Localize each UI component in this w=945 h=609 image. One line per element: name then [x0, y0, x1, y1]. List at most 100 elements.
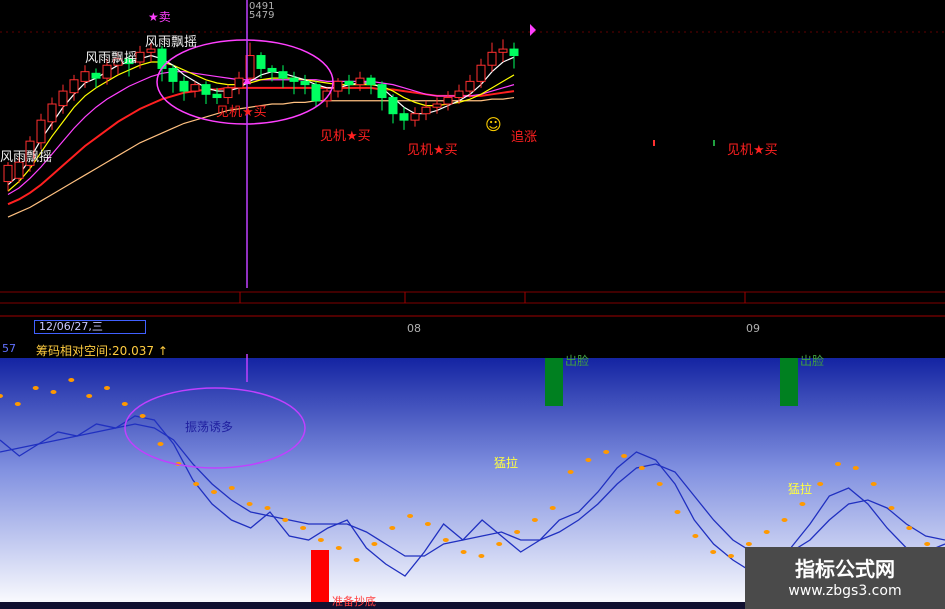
buy-signal: 见机★买 — [407, 143, 458, 158]
candle-up — [102, 64, 112, 79]
indicator-dot — [870, 482, 877, 486]
indicator-dot — [656, 482, 663, 486]
indicator-dot — [442, 538, 449, 542]
watermark: 指标公式网 www.zbgs3.com — [745, 547, 945, 609]
candle-down — [278, 71, 288, 79]
candle-up — [3, 164, 13, 183]
candle-up — [421, 106, 431, 115]
buy-signal: 见机★买 — [320, 129, 371, 144]
indicator-dot — [121, 402, 128, 406]
month-tick: 08 — [407, 322, 421, 335]
pull-label: 猛拉 — [788, 482, 813, 496]
indicator-dot — [104, 386, 110, 390]
candle-up — [47, 103, 57, 123]
indicator-dot — [460, 550, 467, 554]
indicator-dot — [799, 502, 806, 506]
tick-mark — [653, 140, 655, 146]
candle-down — [399, 113, 409, 121]
candle-down — [212, 93, 222, 99]
indicator-dot — [692, 534, 699, 538]
candle-up — [333, 80, 343, 92]
candle-down — [377, 84, 387, 99]
indicator-dot — [407, 514, 414, 518]
indicator-dot — [852, 466, 859, 470]
candle-down — [388, 97, 398, 115]
candle-down — [201, 84, 211, 95]
smiley-icon: ☺ — [485, 115, 502, 134]
candle-down — [366, 77, 376, 86]
bottom-label: 准备抄底 — [332, 595, 376, 608]
date-readout: 12/06/27,三 — [34, 320, 146, 334]
candle-up — [80, 71, 90, 82]
indicator-dot — [638, 466, 645, 470]
chase-label: 追涨 — [511, 130, 538, 145]
indicator-dot — [353, 558, 360, 562]
indicator-dot — [763, 530, 770, 534]
candle-up — [223, 87, 233, 99]
chart-stage: 12/06/27,三 08 09 57 筹码相对空间:20.037 ↑ ★卖 0… — [0, 0, 945, 609]
indicator-dot — [246, 502, 253, 506]
candle-up — [58, 90, 68, 107]
indicator-dot — [478, 554, 485, 558]
indicator-dot — [228, 486, 235, 490]
indicator-dot — [211, 490, 217, 494]
candle-up — [487, 51, 497, 66]
green-bar — [545, 358, 563, 406]
run-label: 出脸 — [565, 354, 590, 368]
oscillate-label: 振荡诱多 — [185, 420, 234, 434]
candle-up — [454, 90, 464, 99]
indicator-dot — [264, 506, 271, 510]
buy-signal: 见机★买 — [216, 105, 267, 120]
indicator-dot — [835, 462, 841, 466]
indicator-dot — [710, 550, 717, 554]
cursor-readout: 5479 — [249, 10, 275, 21]
indicator-dot — [496, 542, 503, 546]
indicator-dot — [603, 450, 610, 454]
indicator-dot — [139, 414, 146, 418]
candle-up — [355, 77, 365, 86]
candle-up — [410, 113, 420, 121]
wind-label: 风雨飘摇 — [145, 35, 198, 50]
indicator-title: 筹码相对空间:20.037 ↑ — [36, 344, 168, 358]
indicator-dot — [514, 530, 521, 534]
indicator-dot — [745, 542, 752, 546]
indicator-tag: 57 — [2, 342, 16, 355]
green-bar — [780, 358, 798, 406]
candlestick-chart[interactable] — [0, 0, 945, 320]
candle-up — [135, 51, 145, 63]
candle-up — [443, 97, 453, 105]
indicator-dot — [371, 542, 378, 546]
indicator-dot — [888, 506, 895, 510]
star-sell-label: ★卖 — [148, 10, 171, 24]
buy-signal: 见机★买 — [727, 143, 778, 158]
watermark-url: www.zbgs3.com — [788, 583, 902, 599]
tick-mark — [713, 140, 715, 146]
indicator-dot — [14, 402, 21, 406]
candle-down — [157, 48, 167, 69]
candle-up — [432, 103, 442, 108]
indicator-dot — [906, 526, 913, 530]
candle-down — [289, 77, 299, 82]
indicator-dot — [728, 554, 734, 558]
indicator-dot — [817, 482, 824, 486]
indicator-dot — [567, 470, 574, 474]
indicator-dot — [282, 518, 289, 522]
candle-up — [465, 80, 475, 92]
candle-down — [179, 80, 189, 92]
indicator-dot — [32, 386, 39, 390]
indicator-dot — [50, 390, 57, 394]
indicator-dot — [157, 442, 164, 446]
indicator-dot — [300, 526, 307, 530]
candle-down — [344, 80, 354, 86]
indicator-dot — [549, 506, 556, 510]
red-bar — [311, 550, 329, 604]
wind-label: 风雨飘摇 — [85, 51, 138, 66]
indicator-dot — [585, 458, 592, 462]
watermark-title: 指标公式网 — [795, 557, 895, 581]
candle-down — [509, 48, 519, 57]
candle-up — [69, 79, 79, 94]
indicator-dot — [317, 538, 324, 542]
indicator-dot — [674, 510, 681, 514]
indicator-dot — [193, 482, 200, 486]
candle-up — [476, 64, 486, 82]
